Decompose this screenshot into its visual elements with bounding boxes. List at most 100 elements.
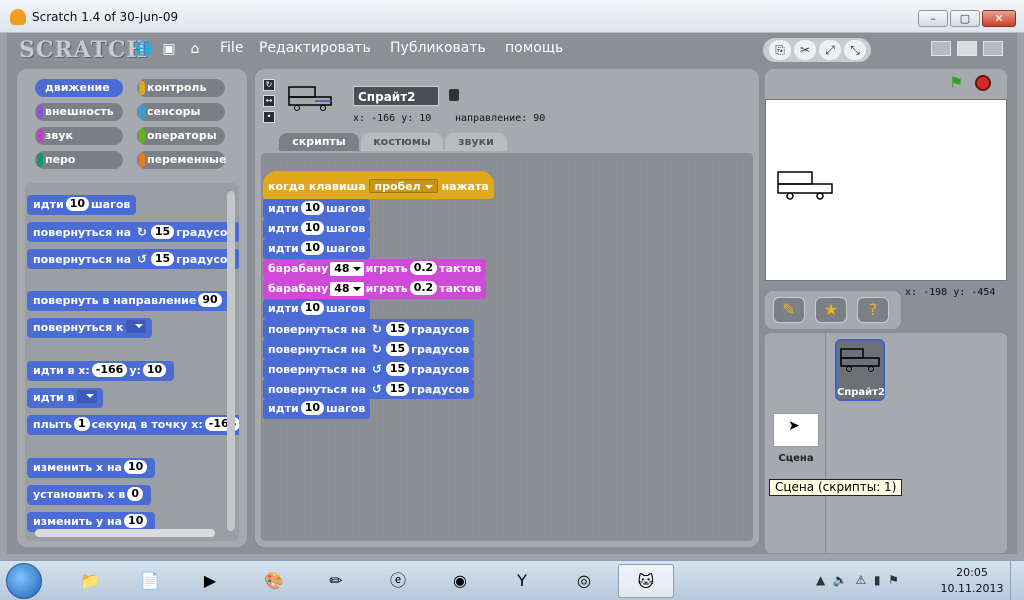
palette-block-change-x[interactable]: изменить х на 10 [27, 458, 156, 478]
duplicate-icon[interactable]: ⎘ [769, 40, 791, 60]
stage-thumbnail[interactable]: ➤ [773, 413, 819, 447]
volume-icon[interactable]: 🔈 [833, 573, 848, 587]
no-rotate-icon[interactable]: • [263, 111, 275, 123]
script-block-play-drum[interactable]: барабану 48 играть 0.2 тактов [263, 279, 487, 299]
degrees-input[interactable]: 15 [385, 322, 410, 336]
palette-block-point-direction[interactable]: повернуть в направление 90 [27, 291, 230, 311]
network-icon[interactable]: ⚠ [855, 573, 866, 587]
set-x-input[interactable]: 0 [127, 487, 144, 501]
script-block-move[interactable]: идти 10 шагов [263, 299, 371, 319]
palette-block-goto[interactable]: идти в [27, 388, 104, 408]
drawing-app-icon[interactable]: ✏ [308, 564, 364, 598]
key-dropdown[interactable]: пробел [369, 179, 438, 193]
menu-help[interactable]: помощь [505, 40, 563, 56]
steps-input[interactable]: 10 [300, 201, 324, 215]
save-icon[interactable]: ▣ [161, 41, 177, 57]
delete-scissors-icon[interactable]: ✂ [794, 40, 816, 60]
palette-block-move[interactable]: идти 10 шагов [27, 195, 137, 215]
script-canvas[interactable]: когда клавиша пробел нажата идти 10 шагов … [261, 153, 753, 541]
random-sprite-icon[interactable]: ? [857, 297, 889, 323]
palette-block-turn-right[interactable]: повернуться на ↻ 15 градусов [27, 222, 239, 242]
explorer-icon[interactable]: 📁 [62, 564, 118, 598]
small-stage-icon[interactable] [931, 41, 951, 56]
script-block-move[interactable]: идти 10 шагов [263, 199, 371, 219]
palette-block-goto-xy[interactable]: идти в x: -166 y: 10 [27, 361, 175, 381]
steps-input[interactable]: 10 [300, 401, 324, 415]
target-dropdown[interactable] [126, 320, 147, 333]
beats-input[interactable]: 0.2 [409, 261, 438, 275]
drum-dropdown[interactable]: 48 [330, 282, 364, 296]
drum-dropdown[interactable]: 48 [330, 262, 364, 276]
category-operators[interactable]: операторы [137, 127, 225, 145]
presentation-mode-icon[interactable] [983, 41, 1003, 56]
battery-icon[interactable]: ▮ [874, 573, 881, 587]
tab-scripts[interactable]: скрипты [279, 133, 359, 151]
share-icon[interactable]: ⌂ [187, 41, 203, 57]
chrome-icon[interactable]: ◉ [432, 564, 488, 598]
direction-input[interactable]: 90 [198, 293, 222, 307]
category-motion[interactable]: движение [35, 79, 123, 97]
script-block-turn-right[interactable]: повернуться на ↻ 15 градусов [263, 319, 475, 339]
yandex-browser-icon[interactable]: Y [494, 564, 550, 598]
action-center-icon[interactable]: ⚑ [888, 573, 899, 587]
paint-icon[interactable]: 🎨 [246, 564, 302, 598]
seconds-input[interactable]: 1 [73, 417, 90, 431]
green-flag-icon[interactable]: ⚑ [949, 75, 965, 91]
steps-input[interactable]: 10 [300, 221, 324, 235]
palette-block-point-towards[interactable]: повернуться к [27, 318, 153, 338]
script-hat-when-key-pressed[interactable]: когда клавиша пробел нажата [263, 171, 494, 199]
category-sound[interactable]: звук [35, 127, 123, 145]
degrees-input[interactable]: 15 [385, 362, 410, 376]
degrees-input[interactable]: 15 [385, 382, 410, 396]
lock-icon[interactable] [449, 89, 459, 101]
paint-new-sprite-icon[interactable]: ✎ [773, 297, 805, 323]
show-desktop-button[interactable] [1010, 561, 1024, 600]
change-y-input[interactable]: 10 [124, 514, 148, 528]
internet-explorer-icon[interactable]: ⓔ [370, 564, 426, 598]
palette-vertical-scrollbar[interactable] [227, 191, 235, 531]
choose-sprite-from-file-icon[interactable]: ★ [815, 297, 847, 323]
flip-style-icon[interactable]: ↔ [263, 95, 275, 107]
category-sensing[interactable]: сенсоры [137, 103, 225, 121]
degrees-input[interactable]: 15 [150, 252, 175, 266]
category-control[interactable]: контроль [137, 79, 225, 97]
minimize-button[interactable]: – [918, 10, 948, 27]
steps-input[interactable]: 10 [65, 197, 89, 211]
script-block-move[interactable]: идти 10 шагов [263, 219, 371, 239]
normal-stage-icon[interactable] [957, 41, 977, 56]
stop-sign-icon[interactable] [975, 75, 991, 91]
script-block-move[interactable]: идти 10 шагов [263, 399, 371, 419]
script-block-turn-right[interactable]: повернуться на ↻ 15 градусов [263, 339, 475, 359]
start-button[interactable] [6, 563, 42, 599]
palette-block-set-x[interactable]: установить х в0 [27, 485, 152, 505]
media-player-icon[interactable]: ▶ [182, 564, 238, 598]
x-input[interactable]: -166 [91, 363, 128, 377]
script-block-turn-left[interactable]: повернуться на ↺ 15 градусов [263, 359, 475, 379]
change-x-input[interactable]: 10 [123, 460, 148, 474]
steps-input[interactable]: 10 [300, 241, 324, 255]
category-variables[interactable]: переменные [137, 151, 226, 169]
menu-edit[interactable]: Редактировать [259, 40, 371, 56]
shrink-icon[interactable]: ⤡ [844, 40, 866, 60]
palette-block-glide[interactable]: плыть1секунд в точку x:-166y: [27, 415, 239, 435]
grow-icon[interactable]: ⤢ [819, 40, 841, 60]
sound-recorder-icon[interactable]: ◎ [556, 564, 612, 598]
menu-file[interactable]: File [220, 40, 243, 56]
tab-costumes[interactable]: костюмы [361, 133, 443, 151]
rotate-style-icon[interactable]: ↻ [263, 79, 275, 91]
close-button[interactable]: ✕ [982, 10, 1016, 27]
clock[interactable]: 20:05 10.11.2013 [940, 565, 1004, 597]
script-block-move[interactable]: идти 10 шагов [263, 239, 371, 259]
palette-horizontal-scrollbar[interactable] [35, 529, 215, 537]
menu-share[interactable]: Публиковать [390, 40, 486, 56]
globe-icon[interactable]: 🌐 [135, 41, 152, 57]
stage[interactable] [765, 99, 1007, 281]
stage-sprite-truck[interactable] [776, 170, 836, 202]
palette-block-turn-left[interactable]: повернуться на ↺ 15 градусов [27, 249, 239, 269]
show-hidden-icons-icon[interactable]: ▲ [816, 573, 825, 587]
script-block-turn-left[interactable]: повернуться на ↺ 15 градусов [263, 379, 475, 399]
maximize-button[interactable]: ▢ [950, 10, 980, 27]
degrees-input[interactable]: 15 [385, 342, 410, 356]
wordpad-icon[interactable]: 📄 [122, 564, 178, 598]
sprite-name-field[interactable]: Спрайт2 [353, 86, 439, 106]
